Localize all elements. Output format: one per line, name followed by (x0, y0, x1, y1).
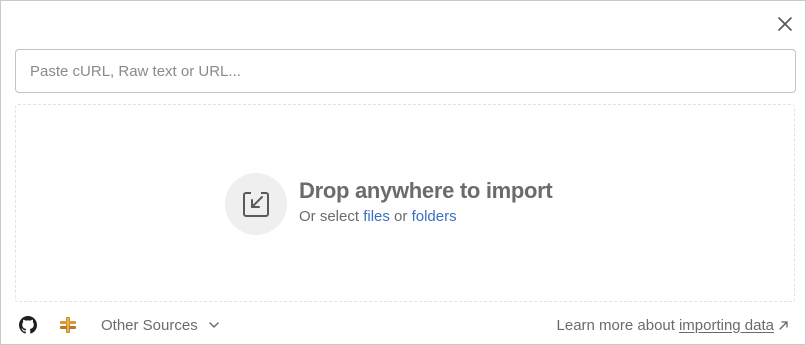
other-sources-dropdown[interactable]: Other Sources (101, 315, 220, 335)
github-icon (19, 316, 37, 334)
other-sources-label: Other Sources (101, 316, 198, 334)
postman-import-button[interactable] (58, 315, 78, 335)
chevron-down-icon (208, 319, 220, 331)
select-files-link[interactable]: files (363, 208, 390, 225)
drop-subtitle: Or select files or folders (299, 208, 457, 225)
drop-title: Drop anywhere to import (299, 178, 553, 203)
postman-icon (60, 317, 76, 333)
curl-url-input[interactable] (15, 49, 796, 93)
close-button[interactable] (774, 13, 796, 35)
subtitle-prefix: Or select (299, 208, 360, 225)
learn-more-prefix: Learn more about (556, 316, 675, 334)
import-icon-circle (225, 173, 287, 235)
import-arrow-icon (243, 192, 269, 217)
learn-more: Learn more about importing data (557, 315, 789, 335)
select-folders-link[interactable]: folders (412, 208, 457, 225)
github-import-button[interactable] (18, 315, 38, 335)
import-dialog: Drop anywhere to import Or select files … (0, 0, 806, 345)
importing-data-link[interactable]: importing data (679, 317, 774, 334)
close-icon (778, 17, 792, 31)
subtitle-or: or (394, 208, 408, 225)
external-link-arrow-icon (778, 320, 789, 331)
